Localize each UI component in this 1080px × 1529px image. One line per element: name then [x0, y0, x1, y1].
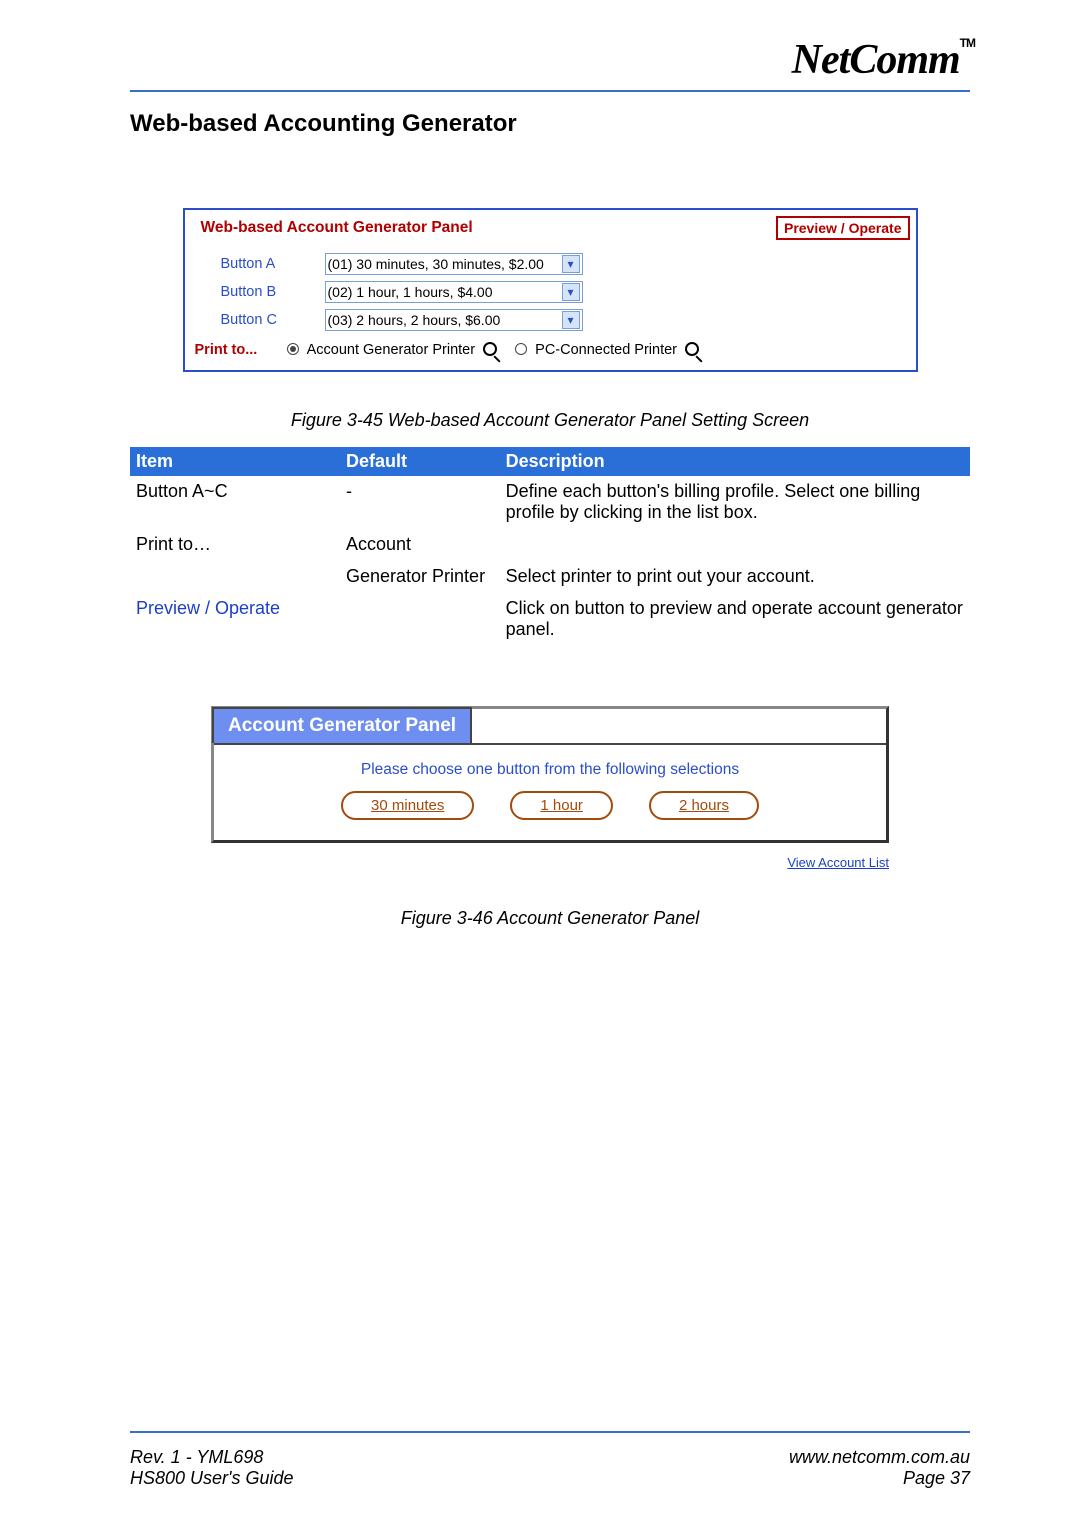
header-description: Description	[500, 447, 970, 476]
header-item: Item	[130, 447, 340, 476]
button-b-label: Button B	[221, 284, 325, 300]
cell-default: Generator Printer	[340, 561, 500, 593]
pc-connected-printer-radio[interactable]	[515, 343, 527, 355]
brand-name: NetComm	[792, 37, 960, 83]
footer-url: www.netcomm.com.au	[789, 1447, 970, 1468]
preview-operate-button[interactable]: Preview / Operate	[776, 216, 910, 240]
account-generator-panel-tab: Account Generator Panel	[212, 707, 472, 743]
chevron-down-icon: ▾	[562, 311, 580, 329]
footer-rev: Rev. 1 - YML698	[130, 1447, 294, 1468]
pc-connected-printer-label: PC-Connected Printer	[535, 342, 677, 358]
account-generator-panel: Account Generator Panel Please choose on…	[211, 706, 889, 843]
chevron-down-icon: ▾	[562, 255, 580, 273]
cell-item	[130, 561, 340, 593]
pill-1-hour-button[interactable]: 1 hour	[510, 791, 613, 820]
button-c-select-value: (03) 2 hours, 2 hours, $6.00	[328, 312, 501, 328]
brand-logo: NetCommTM	[792, 36, 975, 84]
settings-description-table: Item Default Description Button A~C - De…	[130, 447, 970, 646]
print-to-row: Print to... Account Generator Printer PC…	[187, 334, 914, 368]
section-title: Web-based Accounting Generator	[130, 110, 970, 138]
search-icon[interactable]	[685, 342, 699, 356]
footer-guide: HS800 User's Guide	[130, 1468, 294, 1489]
cell-desc: Select printer to print out your account…	[500, 561, 970, 593]
button-a-select-value: (01) 30 minutes, 30 minutes, $2.00	[328, 256, 544, 272]
panel-title: Web-based Account Generator Panel	[201, 219, 473, 237]
table-row: Preview / Operate Click on button to pre…	[130, 593, 970, 646]
cell-desc	[500, 529, 970, 561]
button-b-select[interactable]: (02) 1 hour, 1 hours, $4.00 ▾	[325, 281, 583, 303]
header-default: Default	[340, 447, 500, 476]
button-a-select[interactable]: (01) 30 minutes, 30 minutes, $2.00 ▾	[325, 253, 583, 275]
cell-item-link[interactable]: Preview / Operate	[130, 593, 340, 646]
chevron-down-icon: ▾	[562, 283, 580, 301]
button-a-label: Button A	[221, 256, 325, 272]
print-to-label: Print to...	[195, 342, 258, 358]
pill-30-minutes-button[interactable]: 30 minutes	[341, 791, 474, 820]
top-rule	[130, 90, 970, 92]
bottom-rule	[130, 1431, 970, 1433]
button-c-label: Button C	[221, 312, 325, 328]
cell-item: Button A~C	[130, 476, 340, 529]
table-row: Generator Printer Select printer to prin…	[130, 561, 970, 593]
footer-page: Page 37	[789, 1468, 970, 1489]
button-b-select-value: (02) 1 hour, 1 hours, $4.00	[328, 284, 493, 300]
button-b-row: Button B (02) 1 hour, 1 hours, $4.00 ▾	[187, 278, 914, 306]
account-generator-printer-label: Account Generator Printer	[307, 342, 475, 358]
cell-item: Print to…	[130, 529, 340, 561]
cell-default: Account	[340, 529, 500, 561]
cell-desc: Click on button to preview and operate a…	[500, 593, 970, 646]
figure-caption-2: Figure 3-46 Account Generator Panel	[130, 908, 970, 929]
panel-instruction: Please choose one button from the follow…	[214, 761, 886, 779]
table-row: Button A~C - Define each button's billin…	[130, 476, 970, 529]
search-icon[interactable]	[483, 342, 497, 356]
button-a-row: Button A (01) 30 minutes, 30 minutes, $2…	[187, 250, 914, 278]
brand-tm: TM	[960, 36, 975, 50]
account-generator-panel-wrap: Account Generator Panel Please choose on…	[211, 706, 889, 870]
account-generator-printer-radio[interactable]	[287, 343, 299, 355]
pill-2-hours-button[interactable]: 2 hours	[649, 791, 759, 820]
button-c-select[interactable]: (03) 2 hours, 2 hours, $6.00 ▾	[325, 309, 583, 331]
view-account-list-link[interactable]: View Account List	[211, 855, 889, 870]
account-generator-settings-panel: Web-based Account Generator Panel Previe…	[183, 208, 918, 372]
button-c-row: Button C (03) 2 hours, 2 hours, $6.00 ▾	[187, 306, 914, 334]
cell-default: -	[340, 476, 500, 529]
figure-caption-1: Figure 3-45 Web-based Account Generator …	[130, 410, 970, 431]
page-footer: Rev. 1 - YML698 HS800 User's Guide www.n…	[130, 1447, 970, 1489]
cell-default	[340, 593, 500, 646]
table-row: Print to… Account	[130, 529, 970, 561]
cell-desc: Define each button's billing profile. Se…	[500, 476, 970, 529]
